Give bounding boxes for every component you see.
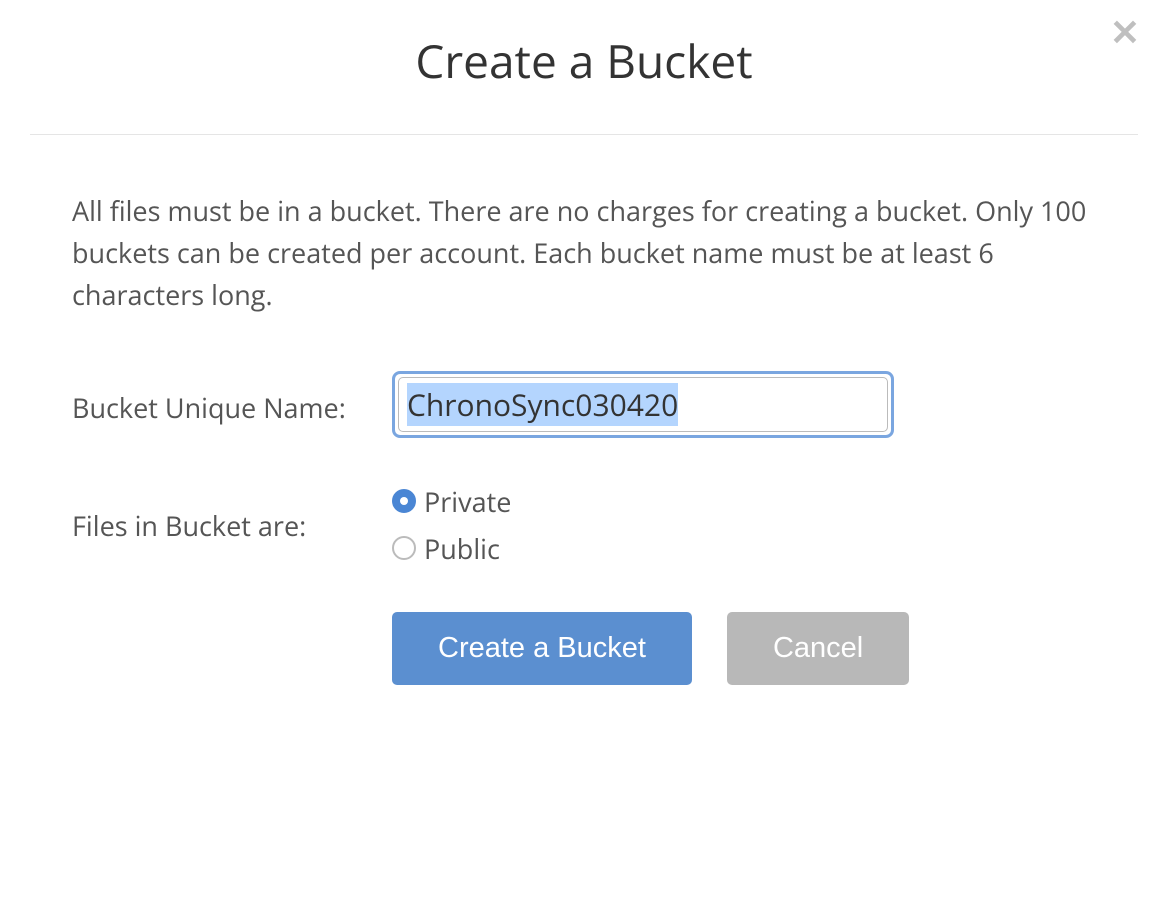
bucket-name-value: ChronoSync030420 bbox=[407, 383, 678, 426]
bucket-visibility-label: Files in Bucket are: bbox=[72, 483, 392, 544]
bucket-name-input[interactable]: ChronoSync030420 bbox=[398, 377, 888, 432]
bucket-visibility-row: Files in Bucket are: Private Public bbox=[72, 483, 1096, 567]
radio-icon bbox=[392, 536, 416, 560]
bucket-name-label: Bucket Unique Name: bbox=[72, 383, 392, 426]
create-bucket-dialog: ✕ Create a Bucket All files must be in a… bbox=[0, 0, 1168, 685]
create-bucket-button[interactable]: Create a Bucket bbox=[392, 612, 692, 685]
close-icon[interactable]: ✕ bbox=[1110, 14, 1140, 50]
dialog-actions: Create a Bucket Cancel bbox=[392, 612, 1096, 685]
dialog-title: Create a Bucket bbox=[0, 30, 1168, 92]
radio-label: Private bbox=[424, 483, 511, 520]
bucket-name-row: Bucket Unique Name: ChronoSync030420 bbox=[72, 371, 1096, 438]
radio-label: Public bbox=[424, 530, 500, 567]
bucket-name-input-focus-ring: ChronoSync030420 bbox=[392, 371, 894, 438]
visibility-radio-private[interactable]: Private bbox=[392, 483, 511, 520]
visibility-radio-group: Private Public bbox=[392, 483, 511, 567]
dialog-body: All files must be in a bucket. There are… bbox=[0, 135, 1168, 685]
cancel-button[interactable]: Cancel bbox=[727, 612, 909, 685]
visibility-radio-public[interactable]: Public bbox=[392, 530, 511, 567]
dialog-description: All files must be in a bucket. There are… bbox=[72, 190, 1096, 316]
radio-icon bbox=[392, 489, 416, 513]
